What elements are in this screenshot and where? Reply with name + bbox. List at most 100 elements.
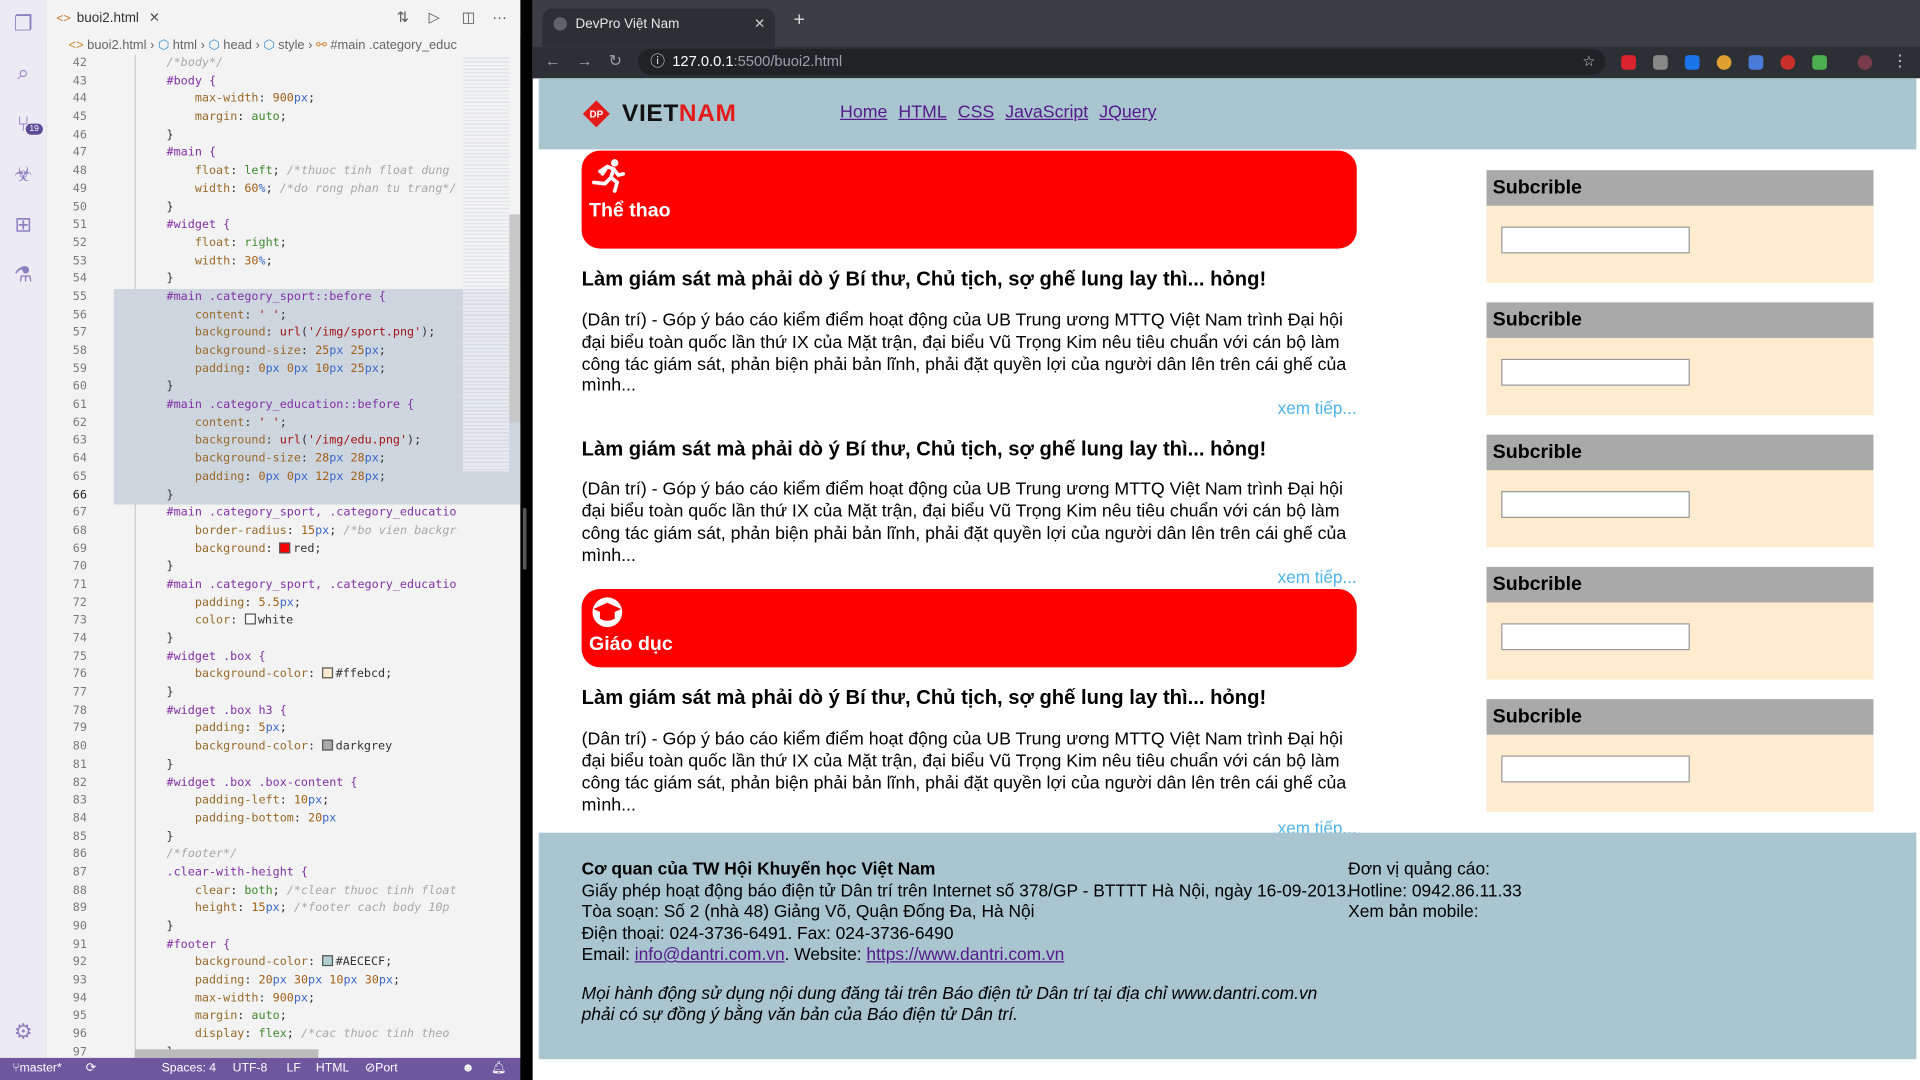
subscribe-input[interactable] bbox=[1501, 623, 1690, 651]
extension-icon[interactable] bbox=[1684, 55, 1700, 70]
code-line[interactable]: 43 #body { bbox=[47, 73, 521, 91]
code-line[interactable]: 75 #widget .box { bbox=[47, 649, 521, 667]
code-line[interactable]: 87 .clear-with-height { bbox=[47, 864, 521, 882]
code-line[interactable]: 50} bbox=[47, 199, 521, 217]
code-line[interactable]: 60} bbox=[47, 378, 521, 397]
sync-icon[interactable]: ⟳ bbox=[86, 1058, 96, 1080]
code-line[interactable]: 78 #widget .box h3 { bbox=[47, 703, 521, 721]
adblock-extension-icon[interactable] bbox=[1621, 55, 1636, 70]
profile-avatar[interactable] bbox=[1857, 55, 1873, 70]
code-line[interactable]: 83 padding-left: 10px; bbox=[47, 792, 521, 810]
horizontal-scrollbar[interactable] bbox=[134, 1049, 319, 1058]
subscribe-input[interactable] bbox=[1501, 491, 1690, 518]
explorer-icon[interactable]: ❐ bbox=[11, 12, 35, 36]
code-lines[interactable]: 42/*body*/43 #body {44 max-width: 900px; 4… bbox=[47, 55, 521, 1058]
more-actions-icon[interactable]: ··· bbox=[492, 9, 507, 26]
read-more-link[interactable]: xem tiếp... bbox=[582, 567, 1357, 587]
subscribe-input[interactable] bbox=[1501, 226, 1690, 254]
git-branch[interactable]: ⑂ master* bbox=[12, 1058, 62, 1080]
code-line[interactable]: 80 background-color: darkgrey bbox=[47, 739, 521, 757]
nav-home[interactable]: Home bbox=[840, 103, 887, 123]
code-line[interactable]: 61 #main .category_education::before { bbox=[47, 396, 521, 415]
code-line[interactable]: 48 float: left; /*thuoc tinh float dung bbox=[47, 163, 521, 181]
article-title[interactable]: Làm giám sát mà phải dò ý Bí thư, Chủ tị… bbox=[582, 268, 1357, 291]
breadcrumb-item[interactable]: html bbox=[173, 38, 197, 53]
nav-html[interactable]: HTML bbox=[898, 103, 946, 123]
code-line[interactable]: 94 max-width: 900px; bbox=[47, 990, 521, 1008]
editor-tab-active[interactable]: <> buoi2.html ✕ bbox=[56, 0, 160, 37]
extensions-puzzle-icon[interactable] bbox=[1812, 55, 1827, 70]
code-line[interactable]: 79 padding: 5px; bbox=[47, 721, 521, 739]
settings-gear-icon[interactable]: ⚙ bbox=[11, 1020, 35, 1044]
download-extension-icon[interactable] bbox=[1653, 55, 1668, 70]
back-icon[interactable]: ← bbox=[545, 51, 561, 69]
breadcrumb-item[interactable]: #main .category_educ bbox=[330, 38, 457, 53]
code-line[interactable]: 91 #footer { bbox=[47, 936, 521, 954]
code-line[interactable]: 69 background: red; bbox=[47, 541, 521, 559]
browser-tab[interactable]: DevPro Việt Nam ✕ bbox=[542, 8, 776, 47]
code-line[interactable]: 88 clear: both; /*clear thuoc tinh float bbox=[47, 882, 521, 900]
nav-css[interactable]: CSS bbox=[958, 103, 995, 123]
code-line[interactable]: 64 background-size: 28px 28px; bbox=[47, 450, 521, 469]
code-line[interactable]: 59 padding: 0px 0px 10px 25px; bbox=[47, 360, 521, 379]
close-tab-icon[interactable]: ✕ bbox=[754, 9, 765, 41]
code-line[interactable]: 62 content: ' '; bbox=[47, 414, 521, 433]
code-line[interactable]: 89 height: 15px; /*footer cach body 10p bbox=[47, 900, 521, 918]
code-line[interactable]: 42 /*body*/ bbox=[47, 55, 521, 73]
code-line[interactable]: 66} bbox=[47, 486, 521, 505]
website-link[interactable]: https://www.dantri.com.vn bbox=[866, 945, 1064, 965]
vertical-scrollbar[interactable] bbox=[509, 214, 521, 423]
code-line[interactable]: 72 padding: 5.5px; bbox=[47, 595, 521, 613]
address-bar[interactable]: ⓘ 127.0.0.1:5500/buoi2.html ☆ bbox=[637, 48, 1606, 75]
code-line[interactable]: 45 margin: auto; bbox=[47, 109, 521, 127]
code-line[interactable]: 95 margin: auto; bbox=[47, 1008, 521, 1026]
site-info-icon[interactable]: ⓘ bbox=[650, 53, 665, 70]
code-line[interactable]: 74} bbox=[47, 631, 521, 649]
nav-jquery[interactable]: JQuery bbox=[1099, 103, 1156, 123]
code-line[interactable]: 82 #widget .box .box-content { bbox=[47, 774, 521, 792]
code-line[interactable]: 67 #main .category_sport, .category_educa… bbox=[47, 505, 521, 523]
read-more-link[interactable]: xem tiếp... bbox=[582, 398, 1357, 418]
code-line[interactable]: 44 max-width: 900px; bbox=[47, 91, 521, 109]
live-server-status[interactable]: ⊘ Port : 5500 bbox=[365, 1058, 398, 1080]
compare-changes-icon[interactable]: ⇅ bbox=[397, 9, 409, 26]
resize-handle[interactable] bbox=[522, 508, 527, 570]
minimap[interactable] bbox=[462, 55, 510, 472]
code-line[interactable]: 58 background-size: 25px 25px; bbox=[47, 342, 521, 361]
feedback-smiley-icon[interactable]: ☻ bbox=[462, 1058, 475, 1080]
subscribe-input[interactable] bbox=[1501, 358, 1690, 386]
code-line[interactable]: 70} bbox=[47, 559, 521, 577]
code-line[interactable]: 57 background: url('/img/sport.png'); bbox=[47, 324, 521, 343]
split-editor-icon[interactable]: ◫ bbox=[462, 9, 476, 26]
article-title[interactable]: Làm giám sát mà phải dò ý Bí thư, Chủ tị… bbox=[582, 439, 1357, 462]
code-line[interactable]: 86 /*footer*/ bbox=[47, 846, 521, 864]
code-line[interactable]: 56 content: ' '; bbox=[47, 306, 521, 325]
nav-javascript[interactable]: JavaScript bbox=[1005, 103, 1088, 123]
translate-extension-icon[interactable] bbox=[1748, 55, 1764, 70]
forward-icon[interactable]: → bbox=[577, 51, 593, 69]
close-tab-icon[interactable]: ✕ bbox=[149, 11, 160, 26]
breadcrumb-item[interactable]: buoi2.html bbox=[87, 38, 146, 53]
language-status[interactable]: HTML bbox=[316, 1058, 349, 1080]
extension-icon[interactable] bbox=[1780, 55, 1796, 70]
extensions-icon[interactable]: ⊞ bbox=[11, 213, 35, 237]
bookmark-star-icon[interactable]: ☆ bbox=[1582, 49, 1595, 75]
debug-icon[interactable]: ☣ bbox=[11, 163, 35, 187]
subscribe-input[interactable] bbox=[1501, 755, 1690, 783]
code-line[interactable]: 53 width: 30%; bbox=[47, 253, 521, 271]
encoding-status[interactable]: UTF-8 bbox=[233, 1058, 268, 1080]
browser-menu-icon[interactable]: ⋮ bbox=[1892, 51, 1908, 71]
article-title[interactable]: Làm giám sát mà phải dò ý Bí thư, Chủ tị… bbox=[582, 687, 1357, 710]
code-line[interactable]: 68 border-radius: 15px; /*bo vien backgr bbox=[47, 523, 521, 541]
code-line[interactable]: 96 display: flex; /*cac thuoc tinh theo bbox=[47, 1026, 521, 1044]
breadcrumb-item[interactable]: style bbox=[278, 38, 304, 53]
code-line[interactable]: 63 background: url('/img/edu.png'); bbox=[47, 432, 521, 451]
notifications-bell-icon[interactable]: 🔔︎ bbox=[491, 1058, 507, 1080]
code-line[interactable]: 65 padding: 0px 0px 12px 28px; bbox=[47, 468, 521, 487]
code-line[interactable]: 93 padding: 20px 30px 10px 30px; bbox=[47, 972, 521, 990]
code-line[interactable]: 47 #main { bbox=[47, 145, 521, 163]
search-icon[interactable]: ⌕ bbox=[11, 61, 35, 85]
new-tab-button[interactable]: + bbox=[793, 10, 804, 32]
code-line[interactable]: 46} bbox=[47, 127, 521, 145]
code-editor[interactable]: <> buoi2.html ✕ ⇅ ▷ ◫ ··· <> buoi2.html › … bbox=[46, 0, 521, 1058]
